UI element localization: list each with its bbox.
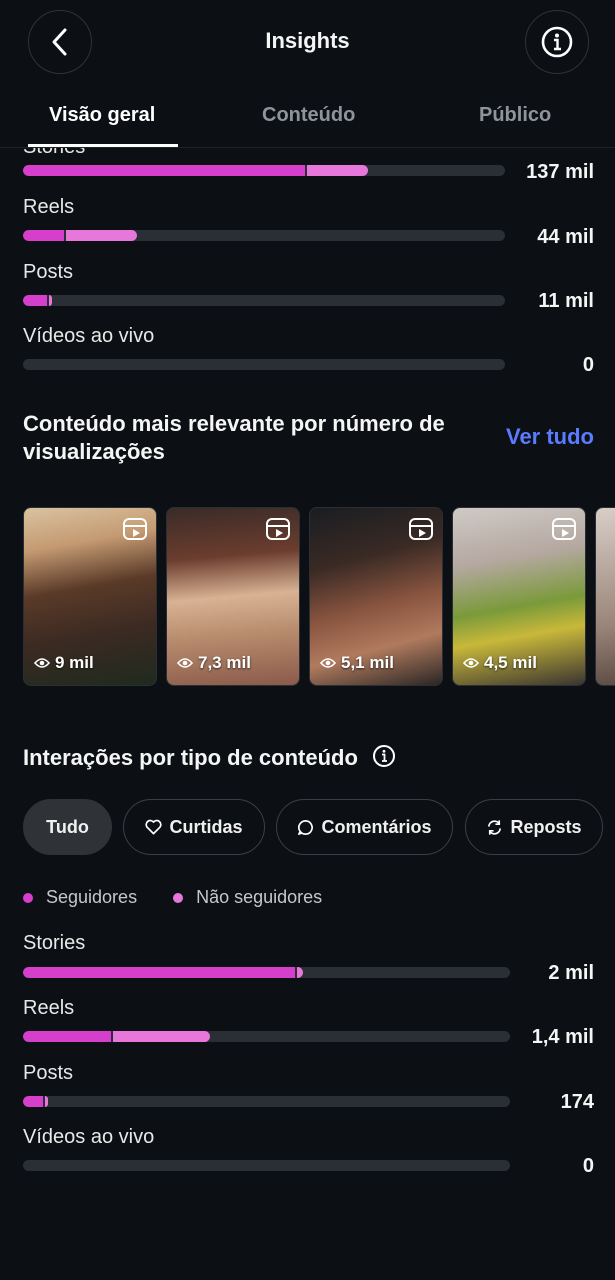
content-thumbnail[interactable]: 4,5 mil bbox=[452, 507, 586, 686]
views-bar-live bbox=[23, 359, 505, 370]
views-row-value: 44 mil bbox=[537, 226, 594, 248]
reels-icon bbox=[123, 518, 147, 540]
eye-icon bbox=[177, 658, 193, 668]
eye-icon bbox=[463, 658, 479, 668]
legend-dot bbox=[23, 892, 33, 903]
interactions-bar-posts bbox=[23, 1096, 510, 1107]
tab-audience[interactable]: Público bbox=[479, 104, 551, 127]
views-row-label: Posts bbox=[23, 261, 74, 283]
content-thumbnail[interactable]: 7,3 mil bbox=[166, 507, 300, 686]
interactions-bar-live bbox=[23, 1160, 510, 1171]
followers-segment bbox=[23, 1096, 43, 1107]
see-all-link[interactable]: Ver tudo bbox=[506, 424, 594, 450]
legend-dot bbox=[173, 892, 184, 903]
legend-item-followers: Seguidores bbox=[23, 887, 137, 908]
interactions-row-label: Stories bbox=[23, 932, 86, 954]
interactions-row-value: 0 bbox=[582, 1155, 594, 1177]
tab-bar: Visão geral Conteúdo Público bbox=[0, 104, 615, 148]
eye-icon bbox=[320, 658, 336, 668]
top-content-carousel: 9 mil 7,3 mil 5,1 mil 4,5 mil bbox=[23, 507, 615, 687]
non-followers-segment bbox=[307, 165, 368, 176]
info-button[interactable] bbox=[525, 10, 589, 74]
legend-item-non-followers: Não seguidores bbox=[173, 887, 322, 908]
top-content-title: Conteúdo mais relevante por número de vi… bbox=[23, 411, 445, 464]
view-count: 4,5 mil bbox=[463, 653, 537, 673]
interactions-title: Interações por tipo de conteúdo bbox=[23, 744, 396, 772]
content-thumbnail[interactable]: 5,1 mil bbox=[309, 507, 443, 686]
views-row-value: 0 bbox=[582, 354, 594, 376]
interactions-row-value: 174 bbox=[560, 1091, 594, 1113]
app-header: Insights Visão geral Conteúdo Público bbox=[0, 0, 615, 148]
comment-icon bbox=[298, 819, 314, 835]
chart-legend: Seguidores Não seguidores bbox=[23, 887, 358, 908]
content-thumbnail[interactable]: 9 mil bbox=[23, 507, 157, 686]
views-bar-posts bbox=[23, 295, 505, 306]
views-bar-reels bbox=[23, 230, 505, 241]
view-count: 9 mil bbox=[34, 653, 94, 673]
tab-content[interactable]: Conteúdo bbox=[262, 104, 355, 127]
followers-segment bbox=[23, 967, 295, 978]
followers-segment bbox=[23, 165, 305, 176]
heart-icon bbox=[145, 819, 163, 835]
filter-chip-likes[interactable]: Curtidas bbox=[123, 799, 265, 855]
interactions-row-label: Vídeos ao vivo bbox=[23, 1126, 155, 1148]
interactions-row-value: 2 mil bbox=[548, 962, 594, 984]
followers-segment bbox=[23, 295, 47, 306]
views-row-label: Vídeos ao vivo bbox=[23, 325, 155, 347]
info-icon bbox=[541, 26, 573, 58]
views-row-value: 11 mil bbox=[538, 290, 594, 312]
non-followers-segment bbox=[49, 295, 52, 306]
filter-chip-comments[interactable]: Comentários bbox=[276, 799, 453, 855]
filter-chip-reposts[interactable]: Reposts bbox=[465, 799, 603, 855]
interactions-row-label: Reels bbox=[23, 997, 75, 1019]
reels-icon bbox=[409, 518, 433, 540]
reels-icon bbox=[266, 518, 290, 540]
filter-chip-all[interactable]: Tudo bbox=[23, 799, 112, 855]
reels-icon bbox=[552, 518, 576, 540]
page-title: Insights bbox=[265, 28, 350, 53]
active-tab-indicator bbox=[28, 144, 178, 147]
content-thumbnail[interactable] bbox=[595, 507, 615, 686]
tab-overview[interactable]: Visão geral bbox=[49, 104, 155, 127]
eye-icon bbox=[34, 658, 50, 668]
followers-segment bbox=[23, 1031, 111, 1042]
interactions-bar-reels bbox=[23, 1031, 510, 1042]
interactions-bar-stories bbox=[23, 967, 510, 978]
info-icon[interactable] bbox=[372, 744, 396, 768]
view-count: 5,1 mil bbox=[320, 653, 394, 673]
views-row-label: Reels bbox=[23, 196, 75, 218]
views-bar-stories bbox=[23, 165, 505, 176]
interactions-row-value: 1,4 mil bbox=[531, 1026, 594, 1048]
non-followers-segment bbox=[297, 967, 303, 978]
non-followers-segment bbox=[113, 1031, 210, 1042]
views-row-value: 137 mil bbox=[526, 161, 594, 183]
non-followers-segment bbox=[45, 1096, 48, 1107]
interactions-row-label: Posts bbox=[23, 1062, 74, 1084]
non-followers-segment bbox=[66, 230, 137, 241]
view-count: 7,3 mil bbox=[177, 653, 251, 673]
followers-segment bbox=[23, 230, 64, 241]
repost-icon bbox=[488, 819, 502, 835]
